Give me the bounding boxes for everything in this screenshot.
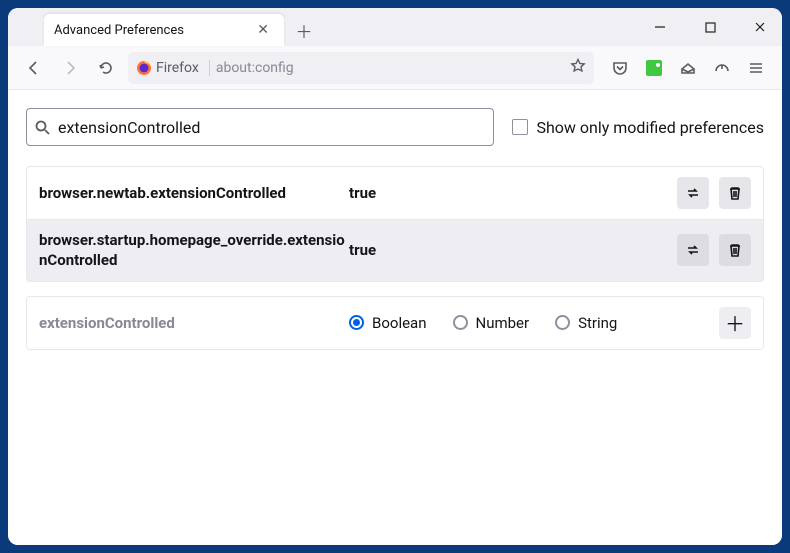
dashboard-icon[interactable] (706, 52, 738, 84)
show-modified-checkbox[interactable]: Show only modified preferences (512, 118, 764, 137)
preference-row[interactable]: browser.newtab.extensionControlled true (27, 167, 763, 219)
preference-list: browser.newtab.extensionControlled true … (26, 166, 764, 282)
pref-name: browser.startup.homepage_override.extens… (39, 230, 349, 271)
tab-advanced-preferences[interactable]: Advanced Preferences ✕ (44, 14, 284, 46)
search-icon (35, 120, 50, 135)
delete-button[interactable] (719, 234, 751, 266)
checkbox-icon (512, 119, 528, 135)
radio-string[interactable]: String (555, 314, 617, 332)
close-window-button[interactable] (744, 14, 776, 40)
radio-icon (453, 315, 468, 330)
search-input[interactable]: extensionControlled (26, 108, 494, 146)
tab-bar: Advanced Preferences ✕ ＋ (8, 8, 782, 46)
toolbar-actions (604, 52, 772, 84)
new-tab-button[interactable]: ＋ (290, 16, 318, 44)
radio-icon (349, 315, 364, 330)
url-identity: Firefox (156, 60, 199, 76)
maximize-button[interactable] (694, 14, 726, 40)
bookmark-star-icon[interactable] (570, 58, 586, 78)
radio-icon (555, 315, 570, 330)
radio-label: Boolean (372, 314, 427, 332)
add-button[interactable]: ＋ (719, 307, 751, 339)
pref-value: true (349, 184, 376, 202)
add-preference-row: extensionControlled Boolean Number Strin… (26, 296, 764, 350)
forward-button[interactable] (54, 52, 86, 84)
firefox-logo-icon (136, 60, 152, 76)
toggle-button[interactable] (677, 234, 709, 266)
browser-window: Advanced Preferences ✕ ＋ Firefox about:c… (8, 8, 782, 545)
pocket-icon[interactable] (604, 52, 636, 84)
extension-icon[interactable] (638, 52, 670, 84)
type-radio-group: Boolean Number String (349, 314, 617, 332)
close-tab-icon[interactable]: ✕ (252, 20, 274, 40)
add-preference-name: extensionControlled (39, 314, 349, 332)
nav-toolbar: Firefox about:config (8, 46, 782, 90)
checkbox-label: Show only modified preferences (536, 118, 764, 137)
radio-boolean[interactable]: Boolean (349, 314, 427, 332)
delete-button[interactable] (719, 177, 751, 209)
radio-label: String (578, 314, 617, 332)
pref-value: true (349, 241, 376, 259)
inbox-icon[interactable] (672, 52, 704, 84)
toggle-button[interactable] (677, 177, 709, 209)
search-value: extensionControlled (58, 118, 200, 137)
minimize-button[interactable] (644, 14, 676, 40)
radio-number[interactable]: Number (453, 314, 530, 332)
window-controls (644, 14, 776, 40)
preference-row[interactable]: browser.startup.homepage_override.extens… (27, 219, 763, 281)
pref-name: browser.newtab.extensionControlled (39, 183, 349, 203)
tab-title: Advanced Preferences (54, 23, 184, 38)
url-bar[interactable]: Firefox about:config (128, 52, 594, 84)
content-area: extensionControlled Show only modified p… (8, 90, 782, 545)
url-separator (209, 60, 210, 76)
url-path: about:config (216, 60, 294, 76)
search-row: extensionControlled Show only modified p… (26, 108, 764, 146)
app-menu-icon[interactable] (740, 52, 772, 84)
reload-button[interactable] (90, 52, 122, 84)
radio-label: Number (476, 314, 530, 332)
back-button[interactable] (18, 52, 50, 84)
